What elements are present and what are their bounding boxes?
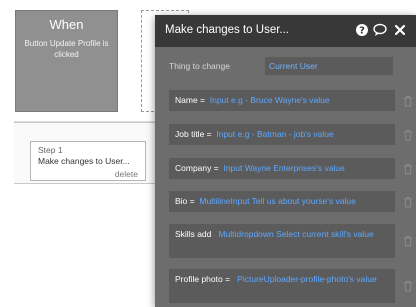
workflow-step-card[interactable]: Step 1 Make changes to User... delete bbox=[30, 141, 146, 181]
field-row-job-title[interactable]: Job title = Input e.g - Batman - job's v… bbox=[169, 124, 412, 145]
field-label: Name = bbox=[175, 95, 205, 105]
close-icon[interactable] bbox=[393, 23, 407, 37]
help-icon[interactable]: ? bbox=[355, 23, 369, 37]
field-label: Skills add bbox=[175, 229, 212, 239]
field-row-skills[interactable]: Skills add Multidropdown Select current … bbox=[169, 224, 412, 258]
field-value[interactable]: Input e.g - Bruce Wayne's value bbox=[210, 95, 330, 105]
trash-icon[interactable] bbox=[403, 129, 413, 141]
field-row-name[interactable]: Name = Input e.g - Bruce Wayne's value bbox=[169, 90, 412, 111]
field-row-profile-photo[interactable]: Profile photo = PictureUploader-profile-… bbox=[169, 269, 412, 303]
field-value[interactable]: Input e.g - Batman - job's value bbox=[216, 129, 333, 139]
trash-icon[interactable] bbox=[403, 280, 413, 292]
panel-title: Make changes to User... bbox=[165, 24, 290, 36]
step-number: Step 1 bbox=[38, 145, 63, 155]
field-value[interactable]: MultilineInput Tell us about yourse's va… bbox=[199, 196, 355, 206]
field-row-company[interactable]: Company = Input Wayne Enterprises's valu… bbox=[169, 158, 412, 179]
svg-text:?: ? bbox=[359, 26, 365, 37]
step-title: Make changes to User... bbox=[38, 156, 130, 166]
comment-icon[interactable] bbox=[373, 23, 387, 37]
event-block[interactable]: When Button Update Profile is clicked bbox=[15, 10, 118, 112]
field-row-bio[interactable]: Bio = MultilineInput Tell us about yours… bbox=[169, 191, 412, 212]
field-label: Profile photo = bbox=[175, 274, 231, 284]
field-label: Company = bbox=[175, 163, 219, 173]
thing-to-change-row: Thing to change Current User bbox=[169, 56, 395, 76]
trash-icon[interactable] bbox=[403, 95, 413, 107]
field-value[interactable]: Input Wayne Enterprises's value bbox=[223, 163, 344, 173]
trash-icon[interactable] bbox=[403, 163, 413, 175]
field-label: Bio = bbox=[175, 196, 195, 206]
field-label: Job title = bbox=[175, 129, 212, 139]
trash-icon[interactable] bbox=[403, 235, 413, 247]
field-value[interactable]: PictureUploader-profile-photo's value bbox=[237, 274, 377, 284]
field-value[interactable]: Multidropdown Select current skill's val… bbox=[218, 229, 373, 239]
thing-to-change-label: Thing to change bbox=[169, 61, 230, 71]
trash-icon[interactable] bbox=[403, 196, 413, 208]
thing-to-change-value[interactable]: Current User bbox=[265, 57, 393, 75]
event-title: When bbox=[49, 17, 84, 32]
action-property-panel: Make changes to User... ? Thing to chang… bbox=[155, 15, 416, 307]
event-description: Button Update Profile is clicked bbox=[24, 39, 109, 59]
panel-header: Make changes to User... ? bbox=[155, 15, 416, 47]
step-delete-link[interactable]: delete bbox=[115, 169, 138, 179]
